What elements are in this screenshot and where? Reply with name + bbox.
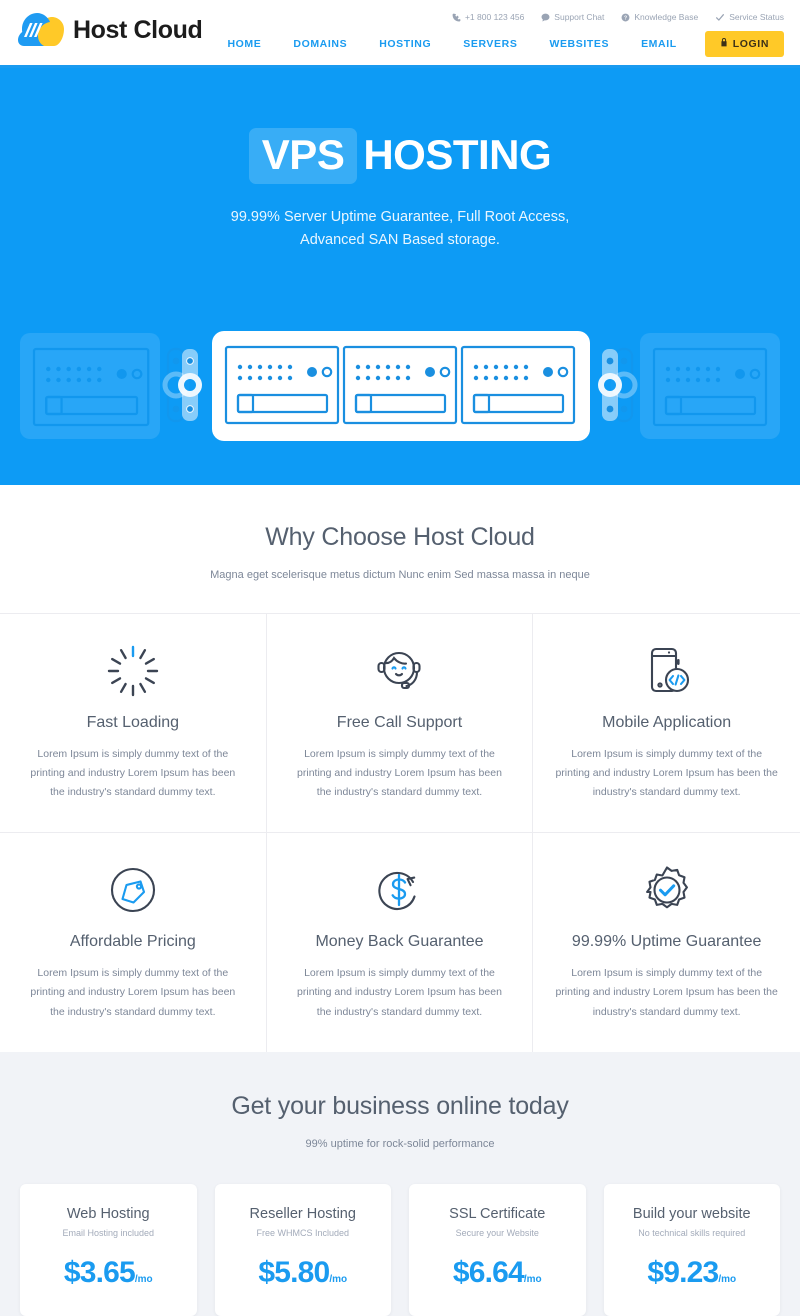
pricing-card-build-your-website[interactable]: Build your website No technical skills r… [603, 1183, 780, 1316]
plan-name: Web Hosting [66, 1205, 150, 1222]
utility-support-chat[interactable]: Support Chat [541, 12, 604, 22]
plan-note: No technical skills required [638, 1227, 746, 1238]
badge-check-icon [549, 859, 784, 921]
phone-icon [452, 13, 461, 22]
login-button-label: LOGIN [732, 38, 769, 50]
pricing-card-reseller-hosting[interactable]: Reseller Hosting Free WHMCS Included $5.… [214, 1183, 391, 1316]
plan-price: $6.64/mo [419, 1256, 576, 1290]
utility-service-status[interactable]: Service Status [715, 12, 784, 22]
plan-name: SSL Certificate [449, 1205, 546, 1222]
cloud-logo-icon [18, 13, 64, 47]
feature-description: Lorem Ipsum is simply dummy text of the … [30, 748, 236, 799]
plan-price: $9.23/mo [614, 1256, 771, 1290]
server-rack-icon [0, 323, 800, 453]
feature-description: Lorem Ipsum is simply dummy text of the … [297, 967, 502, 1018]
price-tag-icon [16, 859, 250, 921]
feature-description: Lorem Ipsum is simply dummy text of the … [555, 748, 778, 799]
main-navigation: HOME DOMAINS HOSTING SERVERS WEBSITES EM… [211, 31, 784, 57]
feature-card-fast-loading: Fast Loading Lorem Ipsum is simply dummy… [0, 614, 267, 834]
plan-note: Email Hosting included [62, 1227, 155, 1238]
plan-note: Free WHMCS Included [256, 1227, 350, 1238]
hero-subtitle: 99.99% Server Uptime Guarantee, Full Roo… [0, 206, 800, 253]
feature-description: Lorem Ipsum is simply dummy text of the … [555, 967, 778, 1018]
hero-subtitle-line1: 99.99% Server Uptime Guarantee, Full Roo… [230, 209, 570, 225]
feature-card-mobile-application: Mobile Application Lorem Ipsum is simply… [533, 614, 800, 834]
nav-item-email[interactable]: EMAIL [625, 32, 693, 56]
hero-title-badge: VPS [248, 128, 358, 184]
nav-item-domains[interactable]: DOMAINS [277, 32, 363, 56]
utility-support-chat-label: Support Chat [554, 12, 605, 22]
feature-card-uptime-guarantee: 99.99% Uptime Guarantee Lorem Ipsum is s… [533, 833, 800, 1051]
plan-name: Reseller Hosting [249, 1205, 356, 1222]
feature-description: Lorem Ipsum is simply dummy text of the … [297, 748, 502, 799]
lock-icon [720, 38, 728, 50]
plan-price-amount: $6.64 [452, 1255, 525, 1289]
feature-title: 99.99% Uptime Guarantee [571, 933, 762, 951]
feature-title: Mobile Application [602, 714, 732, 731]
utility-phone-label: +1 800 123 456 [464, 12, 525, 22]
plan-price-period: /mo [523, 1273, 542, 1285]
hero-section: VPS HOSTING 99.99% Server Uptime Guarante… [0, 68, 800, 485]
nav-item-hosting[interactable]: HOSTING [363, 32, 447, 56]
plan-name: Build your website [632, 1205, 751, 1222]
plan-price: $5.80/mo [225, 1256, 382, 1290]
plan-price-amount: $5.80 [258, 1255, 330, 1289]
plan-price-period: /mo [134, 1273, 153, 1285]
hero-title-rest: HOSTING [363, 131, 552, 178]
utility-knowledge-base[interactable]: ? Knowledge Base [621, 12, 698, 22]
utility-knowledge-base-label: Knowledge Base [634, 12, 699, 22]
brand-name: Host Cloud [73, 15, 203, 44]
plan-price-amount: $9.23 [647, 1255, 719, 1289]
chat-bubble-icon [541, 13, 550, 22]
svg-text:?: ? [624, 15, 627, 21]
feature-card-free-call-support: Free Call Support Lorem Ipsum is simply … [266, 614, 534, 834]
plan-price-amount: $3.65 [63, 1255, 136, 1289]
support-headset-icon [283, 640, 517, 702]
utility-phone[interactable]: +1 800 123 456 [452, 12, 524, 22]
pricing-card-grid: Web Hosting Email Hosting included $3.65… [0, 1183, 800, 1316]
spinner-loading-icon [16, 640, 250, 702]
pricing-card-ssl-certificate[interactable]: SSL Certificate Secure your Website $6.6… [409, 1183, 586, 1316]
feature-description: Lorem Ipsum is simply dummy text of the … [30, 967, 236, 1018]
feature-title: Money Back Guarantee [315, 933, 484, 951]
feature-title: Fast Loading [86, 714, 180, 731]
nav-item-servers[interactable]: SERVERS [447, 32, 533, 56]
plan-price-period: /mo [718, 1273, 737, 1285]
plan-note: Secure your Website [455, 1227, 539, 1238]
pricing-card-web-hosting[interactable]: Web Hosting Email Hosting included $3.65… [20, 1183, 197, 1316]
brand-logo[interactable]: Host Cloud [18, 13, 203, 47]
plan-price-period: /mo [329, 1273, 348, 1285]
mobile-code-icon [549, 640, 784, 702]
nav-item-home[interactable]: HOME [211, 32, 277, 56]
dollar-refresh-icon [283, 859, 517, 921]
plan-price: $3.65/mo [30, 1256, 187, 1290]
feature-card-money-back-guarantee: Money Back Guarantee Lorem Ipsum is simp… [267, 833, 534, 1052]
why-choose-subtitle: Magna eget scelerisque metus dictum Nunc… [210, 569, 590, 581]
login-button[interactable]: LOGIN [704, 31, 784, 57]
feature-title: Affordable Pricing [69, 933, 196, 951]
hero-subtitle-line2: Advanced SAN Based storage. [300, 232, 500, 249]
site-header: Host Cloud +1 800 123 456 Support Chat ?… [0, 0, 800, 68]
feature-title: Free Call Support [336, 714, 463, 731]
pricing-title: Get your business online today [231, 1091, 569, 1120]
feature-card-affordable-pricing: Affordable Pricing Lorem Ipsum is simply… [0, 833, 267, 1052]
pricing-subtitle: 99% uptime for rock-solid performance [305, 1137, 495, 1150]
feature-grid: Fast Loading Lorem Ipsum is simply dummy… [0, 613, 800, 1052]
nav-item-websites[interactable]: WEBSITES [533, 32, 625, 56]
utility-bar: +1 800 123 456 Support Chat ? Knowledge … [452, 12, 784, 22]
why-choose-section: Why Choose Host Cloud Magna eget sceleri… [0, 485, 800, 1052]
pricing-section: Get your business online today 99% uptim… [0, 1051, 800, 1316]
utility-service-status-label: Service Status [729, 12, 784, 22]
check-icon [715, 13, 725, 22]
why-choose-title: Why Choose Host Cloud [265, 523, 535, 551]
question-circle-icon: ? [621, 13, 630, 22]
hero-title: VPS HOSTING [0, 68, 800, 184]
